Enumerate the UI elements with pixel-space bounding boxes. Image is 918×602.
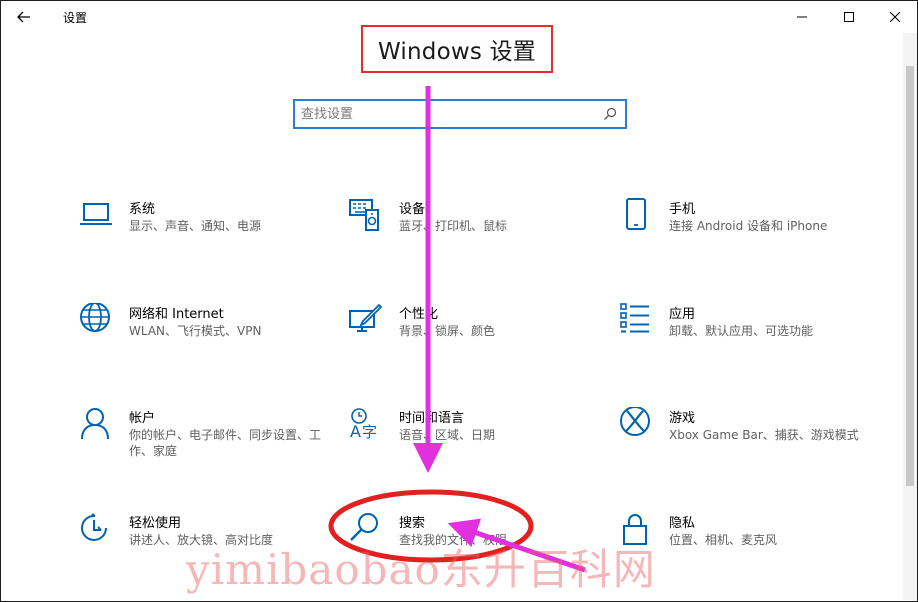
search-input[interactable] [301,104,591,124]
tile-devices[interactable]: 设备 蓝牙、打印机、鼠标 [349,198,599,278]
xbox-icon [620,407,650,436]
tile-gaming-desc: Xbox Game Bar、捕获、游戏模式 [669,428,859,442]
tile-devices-name: 设备 [399,202,426,217]
maximize-icon [844,12,854,22]
laptop-icon [80,203,112,225]
tile-personalization[interactable]: 个性化 背景、锁屏、颜色 [349,303,599,383]
tile-system[interactable]: 系统 显示、声音、通知、电源 [79,198,329,278]
svg-text:字: 字 [362,423,377,441]
page-heading-highlight: Windows 设置 [361,25,553,73]
tile-phone-name: 手机 [669,202,696,217]
window-title: 设置 [63,11,88,25]
tile-phone-desc: 连接 Android 设备和 iPhone [669,219,828,233]
tile-time-language-desc: 语音、区域、日期 [399,428,496,442]
tile-gaming-name: 游戏 [669,411,696,426]
minimize-icon [797,16,807,18]
tile-time-language[interactable]: A字 时间和语言 语音、区域、日期 [349,407,599,487]
tile-accounts-name: 帐户 [129,411,156,426]
phone-icon [626,198,646,230]
minimize-button[interactable] [787,5,817,29]
tile-system-name: 系统 [129,202,156,217]
tile-apps-desc: 卸载、默认应用、可选功能 [669,324,814,338]
personalization-icon [349,303,383,332]
tile-system-desc: 显示、声音、通知、电源 [129,219,262,233]
tile-devices-desc: 蓝牙、打印机、鼠标 [399,219,508,233]
tile-network-name: 网络和 Internet [129,307,224,322]
tile-phone[interactable]: 手机 连接 Android 设备和 iPhone [619,198,869,278]
tile-apps-name: 应用 [669,307,696,322]
page-title: Windows 设置 [378,39,536,65]
close-button[interactable] [880,5,910,29]
globe-icon [80,303,110,332]
search-box[interactable] [293,99,627,129]
tile-personalization-desc: 背景、锁屏、颜色 [399,324,496,338]
svg-text:A: A [350,422,361,441]
tile-accounts-desc: 你的帐户、电子邮件、同步设置、工作、家庭 [129,428,322,458]
settings-window: 设置 Windows 设置 系统 显示、声音、通知、电源 设备 蓝牙、打印机、鼠… [0,0,918,602]
person-icon [81,408,109,440]
watermark: yimibaobao东升百科网 [186,545,656,594]
tile-privacy-desc: 位置、相机、麦克风 [669,533,778,547]
devices-icon [349,199,379,231]
tile-accounts[interactable]: 帐户 你的帐户、电子邮件、同步设置、工作、家庭 [79,407,329,487]
tile-privacy[interactable]: 隐私 位置、相机、麦克风 [619,512,869,592]
scrollbar[interactable] [903,33,917,600]
scrollbar-thumb[interactable] [906,66,914,486]
tile-personalization-name: 个性化 [399,307,439,322]
tile-apps[interactable]: 应用 卸载、默认应用、可选功能 [619,303,869,383]
back-button[interactable] [11,5,37,29]
back-arrow-icon [17,11,30,23]
ease-of-access-icon [81,513,107,541]
close-icon [890,12,900,22]
tile-privacy-name: 隐私 [669,516,696,531]
search-icon[interactable] [603,107,617,121]
tile-search-name: 搜索 [399,516,426,531]
apps-list-icon [620,303,649,333]
tile-ease-of-access-name: 轻松使用 [129,516,182,531]
time-language-icon: A字 [350,408,377,441]
tile-network[interactable]: 网络和 Internet WLAN、飞行模式、VPN [79,303,329,383]
tile-network-desc: WLAN、飞行模式、VPN [129,324,262,338]
maximize-button[interactable] [834,5,864,29]
tile-gaming[interactable]: 游戏 Xbox Game Bar、捕获、游戏模式 [619,407,869,487]
tile-time-language-name: 时间和语言 [399,411,465,426]
